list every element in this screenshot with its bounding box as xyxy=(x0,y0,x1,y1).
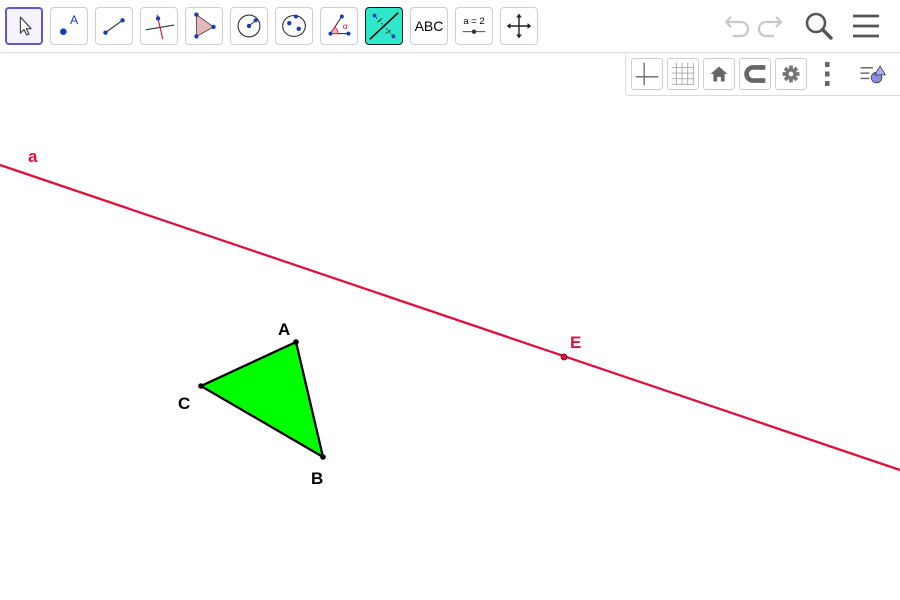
point-b[interactable] xyxy=(320,454,326,460)
toolbar: A α ABC a = 2 xyxy=(0,0,900,53)
point-b-label: B xyxy=(311,469,323,488)
slider-icon: a = 2 xyxy=(462,16,486,34)
perpendicular-line-tool-button[interactable] xyxy=(140,7,178,45)
graphics-view[interactable]: a A B C E xyxy=(0,53,900,600)
text-tool-label: ABC xyxy=(414,18,444,34)
point-tool-icon-text: A xyxy=(70,13,79,27)
point-tool-button[interactable]: A xyxy=(50,7,88,45)
search-icon xyxy=(805,12,833,40)
circle-icon xyxy=(237,14,261,38)
move-graphics-view-tool-button[interactable] xyxy=(500,7,538,45)
polygon-tool-button[interactable] xyxy=(185,7,223,45)
point-c[interactable] xyxy=(198,383,204,389)
undo-icon xyxy=(724,16,750,38)
menu-icon xyxy=(853,14,879,38)
search-button[interactable] xyxy=(801,8,837,44)
angle-tool-button[interactable]: α xyxy=(320,7,358,45)
redo-icon xyxy=(757,16,783,38)
circle-tool-button[interactable] xyxy=(230,7,268,45)
slider-tool-label: a = 2 xyxy=(463,16,484,27)
reflect-tool-button[interactable] xyxy=(365,7,403,45)
point-e-label: E xyxy=(570,333,581,352)
reflect-about-line-icon xyxy=(369,12,399,40)
point-e[interactable] xyxy=(560,353,568,361)
polygon-icon xyxy=(194,12,216,39)
angle-tool-icon-text: α xyxy=(343,21,348,31)
undo-button[interactable] xyxy=(717,8,753,44)
slider-tool-button[interactable]: a = 2 xyxy=(455,7,493,45)
line-a[interactable] xyxy=(0,163,900,472)
line-a-label: a xyxy=(28,147,38,166)
segment-tool-button[interactable] xyxy=(95,7,133,45)
cursor-arrow-icon xyxy=(19,16,32,36)
conic-icon xyxy=(282,14,306,37)
angle-icon: α xyxy=(328,14,351,36)
conic-tool-button[interactable] xyxy=(275,7,313,45)
move-arrows-icon xyxy=(506,13,532,39)
segment-icon xyxy=(103,18,125,35)
redo-button[interactable] xyxy=(754,8,790,44)
point-c-label: C xyxy=(178,394,190,413)
point-a-label: A xyxy=(278,320,290,339)
move-tool-button[interactable] xyxy=(5,7,43,45)
triangle-abc[interactable] xyxy=(199,340,325,459)
text-tool-button[interactable]: ABC xyxy=(410,7,448,45)
point-icon: A xyxy=(60,13,79,35)
point-a[interactable] xyxy=(293,339,299,345)
perpendicular-line-icon xyxy=(145,14,175,40)
main-menu-button[interactable] xyxy=(848,8,884,44)
